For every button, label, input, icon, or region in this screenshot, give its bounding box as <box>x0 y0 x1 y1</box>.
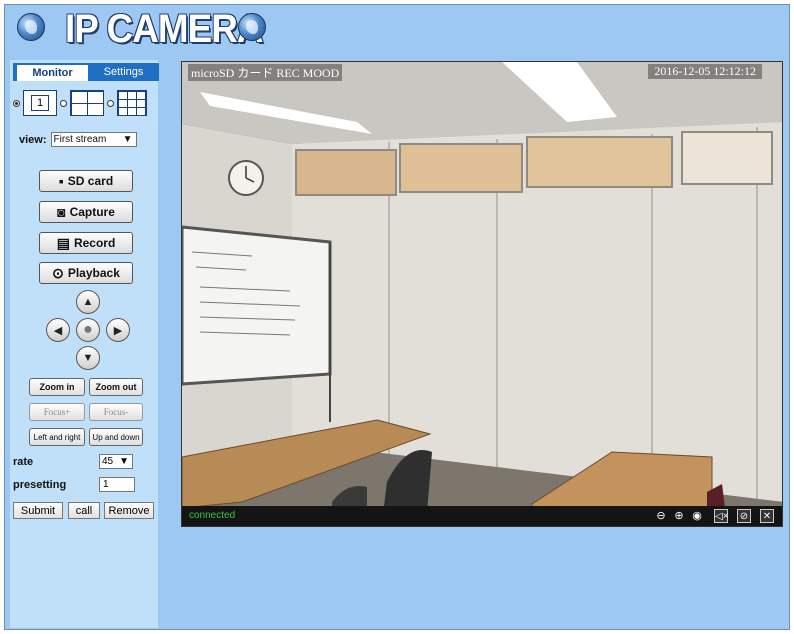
stop-icon: ● <box>83 321 93 338</box>
arrow-right-icon: ▶ <box>113 324 123 337</box>
sd-card-button[interactable]: ▪ SD card <box>39 170 133 192</box>
scan-left-right-button[interactable]: Left and right <box>29 428 85 446</box>
playback-label: Playback <box>67 266 120 280</box>
sd-card-icon: ▪ <box>58 173 64 189</box>
mic-off-icon[interactable]: ⊘ <box>737 509 751 523</box>
tab-settings[interactable]: Settings <box>88 63 159 81</box>
film-icon: ▤ <box>56 235 70 251</box>
tab-bar: Monitor Settings <box>13 63 159 81</box>
osd-timestamp: 2016-12-05 12:12:12 <box>648 64 762 79</box>
sd-card-label: SD card <box>67 174 114 188</box>
stream-select-value: First stream <box>53 134 107 145</box>
capture-button[interactable]: ◙ Capture <box>39 201 133 223</box>
scan-up-down-button[interactable]: Up and down <box>89 428 143 446</box>
video-control-bar: connected ⊖ ⊕ ◉ ◁× ⊘ ✕ <box>182 506 782 526</box>
zoom-in-button[interactable]: Zoom in <box>29 378 85 396</box>
layout-radio-1[interactable] <box>13 99 20 107</box>
osd-title: microSD カード REC MOOD <box>188 64 343 81</box>
header: IP CAMERA <box>5 5 789 55</box>
play-circle-icon: ⊙ <box>52 265 64 281</box>
connection-status: connected <box>189 510 236 521</box>
app-title: IP CAMERA <box>65 7 263 51</box>
layout-radio-9[interactable] <box>107 99 114 107</box>
layout-picker: 1 <box>13 90 147 116</box>
playback-button[interactable]: ⊙ Playback <box>39 262 133 284</box>
layout-quad-icon[interactable] <box>70 90 104 116</box>
zoom-in-icon[interactable]: ⊕ <box>672 509 686 523</box>
ptz-left-button[interactable]: ◀ <box>46 318 70 342</box>
ptz-right-button[interactable]: ▶ <box>106 318 130 342</box>
arrow-up-icon: ▲ <box>82 296 94 308</box>
ptz-center-button[interactable]: ● <box>76 318 100 342</box>
globe-icon-left <box>17 13 45 41</box>
ptz-up-button[interactable]: ▲ <box>76 290 100 314</box>
presetting-input[interactable]: 1 <box>99 477 135 492</box>
ptz-dpad: ▲ ◀ ● ▶ ▼ <box>42 290 134 372</box>
mute-icon[interactable]: ◁× <box>714 509 729 523</box>
chevron-down-icon: ▼ <box>119 456 129 467</box>
camera-icon: ◙ <box>57 204 66 220</box>
video-stream[interactable]: microSD カード REC MOOD 2016-12-05 12:12:12… <box>181 61 783 527</box>
zoom-out-button[interactable]: Zoom out <box>89 378 143 396</box>
call-button[interactable]: call <box>68 502 100 519</box>
control-sidebar: Monitor Settings 1 view: First stream ▼ … <box>10 60 159 628</box>
focus-minus-button[interactable]: Focus- <box>89 403 143 421</box>
focus-plus-button[interactable]: Focus+ <box>29 403 85 421</box>
globe-icon-right <box>238 13 266 41</box>
app-frame: IP CAMERA Monitor Settings 1 view: First… <box>4 4 790 630</box>
tab-monitor[interactable]: Monitor <box>17 65 88 81</box>
chevron-down-icon: ▼ <box>122 134 133 145</box>
layout-single-icon[interactable]: 1 <box>23 90 57 116</box>
zoom-out-icon[interactable]: ⊖ <box>654 509 668 523</box>
rate-select-value: 45 <box>102 456 114 467</box>
remove-button[interactable]: Remove <box>104 502 154 519</box>
layout-single-label: 1 <box>30 95 50 111</box>
view-row: view: First stream ▼ <box>19 132 137 147</box>
record-label: Record <box>73 236 116 250</box>
camera-scene <box>182 62 782 526</box>
record-button[interactable]: ▤ Record <box>39 232 133 254</box>
capture-label: Capture <box>69 205 115 219</box>
layout-nine-icon[interactable] <box>117 90 147 116</box>
whiteboard <box>182 225 332 386</box>
presetting-label: presetting <box>13 479 67 491</box>
view-label: view: <box>19 133 47 146</box>
layout-radio-4[interactable] <box>60 99 67 107</box>
stream-select[interactable]: First stream ▼ <box>50 132 137 147</box>
ptz-down-button[interactable]: ▼ <box>76 346 100 370</box>
submit-button[interactable]: Submit <box>13 502 63 519</box>
record-dot-icon[interactable]: ◉ <box>690 509 704 523</box>
rate-select[interactable]: 45 ▼ <box>99 454 133 469</box>
arrow-down-icon: ▼ <box>82 352 94 364</box>
rate-label: rate <box>13 456 34 468</box>
tools-icon[interactable]: ✕ <box>760 509 774 523</box>
arrow-left-icon: ◀ <box>53 324 63 337</box>
